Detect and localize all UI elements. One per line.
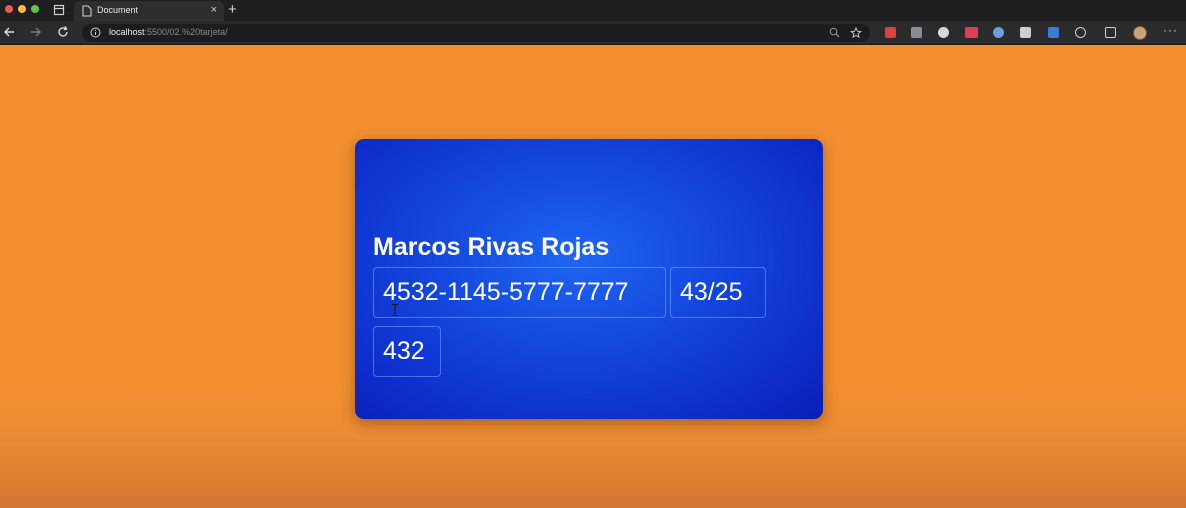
more-options-icon[interactable]: ··· [1163, 23, 1178, 37]
url-text: localhost:5500/02.%20tarjeta/ [109, 27, 228, 37]
extension-square-icon[interactable] [911, 27, 922, 38]
extension-blue-icon[interactable] [1048, 27, 1059, 38]
reload-icon[interactable] [56, 25, 70, 39]
card-number-input[interactable] [373, 267, 666, 318]
browser-tab-bar: Document × + [0, 0, 1186, 21]
url-path: :5500/02.%20tarjeta/ [144, 27, 228, 37]
add-favorite-icon[interactable] [850, 27, 862, 39]
page-content: Marcos Rivas Rojas [0, 45, 1186, 508]
extension-circle-icon[interactable] [993, 27, 1004, 38]
extension-bug-icon[interactable] [938, 27, 949, 38]
card-holder-name: Marcos Rivas Rojas [373, 233, 610, 261]
credit-card: Marcos Rivas Rojas [355, 139, 823, 419]
close-window-button[interactable] [5, 5, 13, 13]
address-bar[interactable]: localhost:5500/02.%20tarjeta/ [82, 24, 870, 42]
browser-toolbar: localhost:5500/02.%20tarjeta/ ··· [0, 21, 1186, 45]
card-expiry-input[interactable] [670, 267, 766, 318]
card-cvv-input[interactable] [373, 326, 441, 377]
search-icon[interactable] [829, 27, 840, 38]
new-tab-button[interactable]: + [228, 1, 237, 19]
browser-tab[interactable]: Document × [74, 1, 224, 21]
minimize-window-button[interactable] [18, 5, 26, 13]
split-screen-icon[interactable] [1105, 27, 1116, 38]
extension-doc-icon[interactable] [1020, 27, 1031, 38]
back-arrow-icon[interactable] [2, 25, 16, 39]
url-host: localhost [109, 27, 145, 37]
tab-title: Document [97, 5, 139, 15]
forward-arrow-icon[interactable] [29, 25, 43, 39]
extension-refresh-icon[interactable] [1075, 27, 1086, 38]
site-info-icon[interactable] [90, 27, 101, 38]
tab-actions-icon[interactable] [53, 4, 65, 16]
extension-red-icon[interactable] [885, 27, 896, 38]
text-cursor-icon [392, 304, 398, 316]
maximize-window-button[interactable] [31, 5, 39, 13]
extension-badge-icon[interactable] [965, 27, 978, 38]
page-icon [82, 5, 92, 17]
tab-close-icon[interactable]: × [211, 3, 217, 17]
profile-avatar[interactable] [1133, 26, 1147, 40]
